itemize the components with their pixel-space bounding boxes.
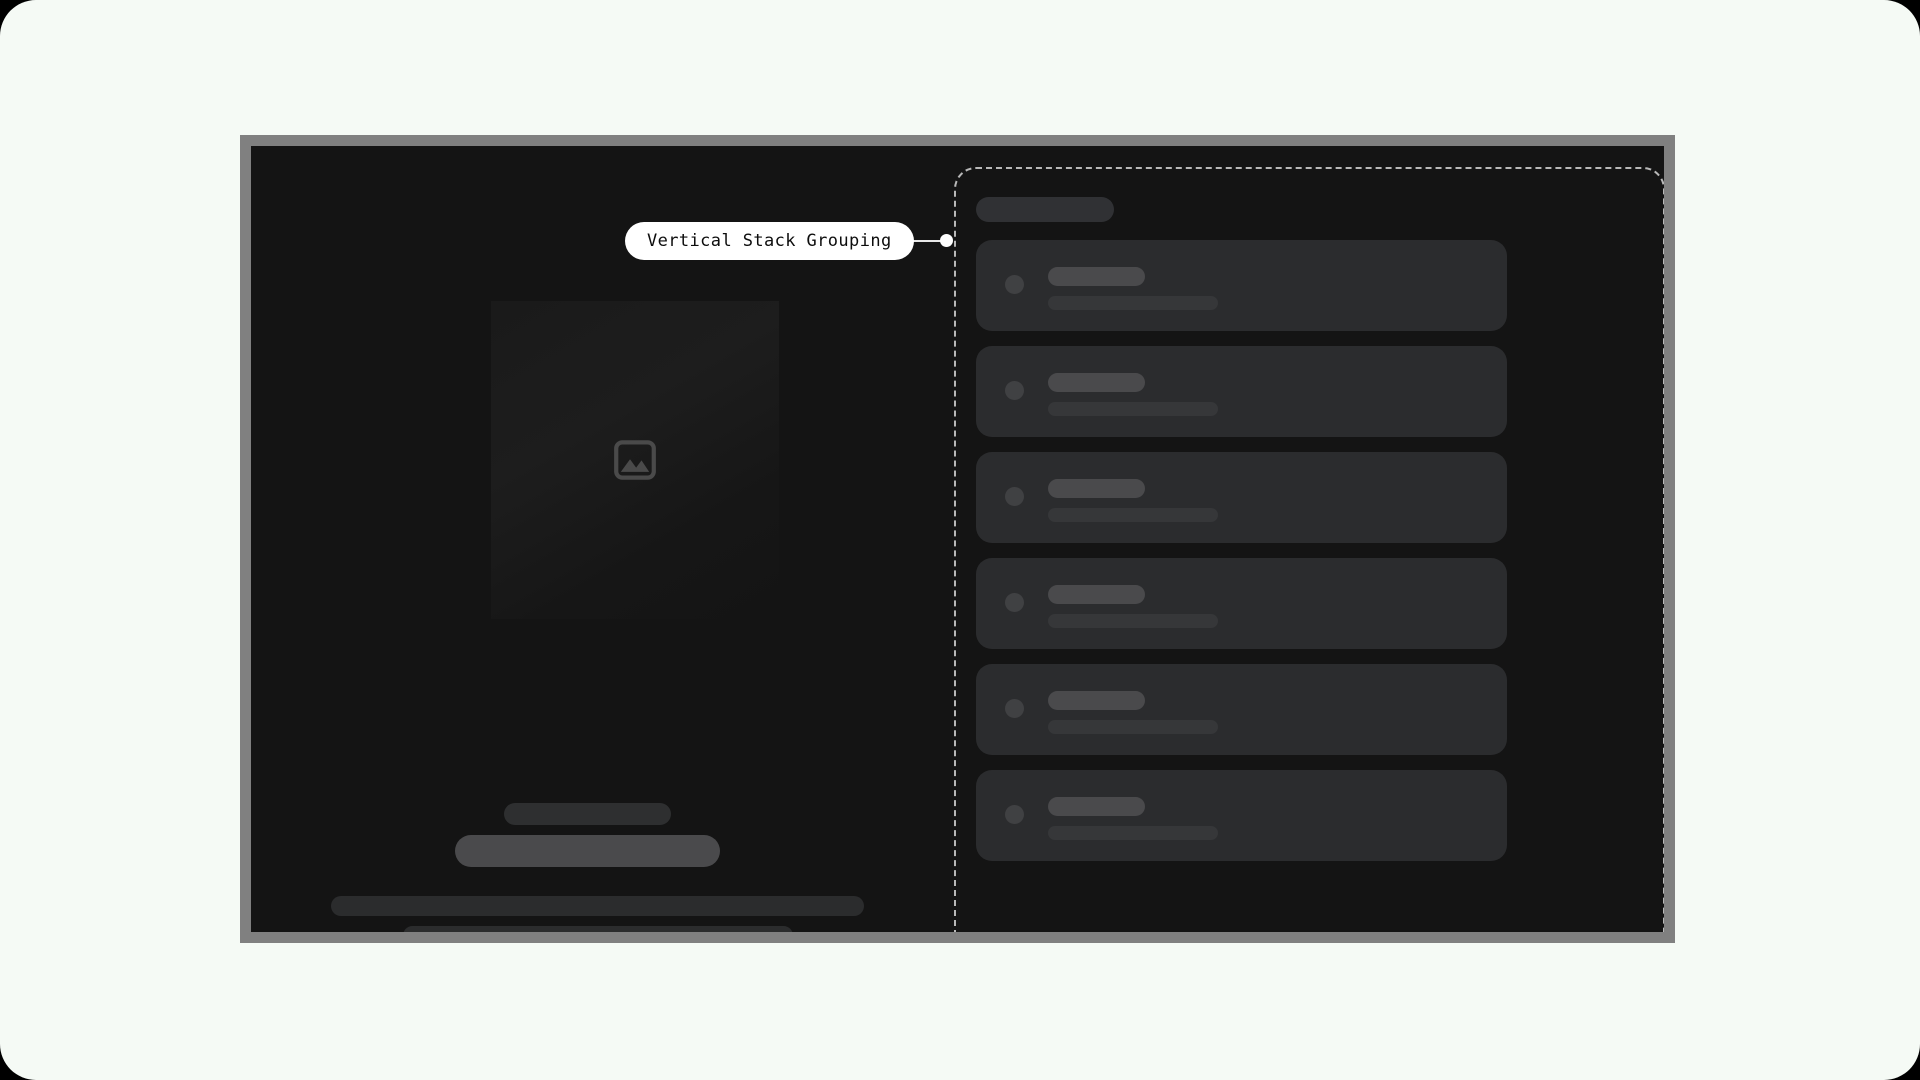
avatar xyxy=(1005,381,1024,400)
image-placeholder-icon xyxy=(614,440,656,480)
card-title-placeholder xyxy=(1048,479,1145,498)
detail-skeleton-bar-3 xyxy=(331,896,864,916)
device-frame xyxy=(240,135,1675,943)
detail-skeleton-bar-2 xyxy=(455,835,720,867)
callout-label-text: Vertical Stack Grouping xyxy=(647,231,892,251)
avatar xyxy=(1005,805,1024,824)
app-surface xyxy=(251,146,1664,932)
list-card[interactable] xyxy=(976,346,1507,437)
list-header-placeholder xyxy=(976,197,1114,222)
page-canvas: Vertical Stack Grouping xyxy=(0,0,1920,1080)
card-subtitle-placeholder xyxy=(1048,826,1218,840)
list-card[interactable] xyxy=(976,558,1507,649)
callout-label: Vertical Stack Grouping xyxy=(625,222,914,260)
list-card[interactable] xyxy=(976,452,1507,543)
avatar xyxy=(1005,593,1024,612)
detail-skeleton-bar-4 xyxy=(403,926,793,932)
card-title-placeholder xyxy=(1048,267,1145,286)
detail-panel xyxy=(251,146,945,932)
hero-image-placeholder xyxy=(491,301,779,619)
card-subtitle-placeholder xyxy=(1048,508,1218,522)
avatar xyxy=(1005,487,1024,506)
detail-skeleton-bar-1 xyxy=(504,803,671,825)
list-card[interactable] xyxy=(976,770,1507,861)
card-title-placeholder xyxy=(1048,585,1145,604)
card-subtitle-placeholder xyxy=(1048,720,1218,734)
card-subtitle-placeholder xyxy=(1048,402,1218,416)
avatar xyxy=(1005,275,1024,294)
card-title-placeholder xyxy=(1048,797,1145,816)
vertical-stack xyxy=(976,240,1507,876)
list-card[interactable] xyxy=(976,240,1507,331)
callout-anchor-dot xyxy=(940,234,953,247)
card-subtitle-placeholder xyxy=(1048,614,1218,628)
card-subtitle-placeholder xyxy=(1048,296,1218,310)
card-title-placeholder xyxy=(1048,691,1145,710)
card-title-placeholder xyxy=(1048,373,1145,392)
avatar xyxy=(1005,699,1024,718)
list-panel[interactable] xyxy=(945,146,1664,932)
list-card[interactable] xyxy=(976,664,1507,755)
